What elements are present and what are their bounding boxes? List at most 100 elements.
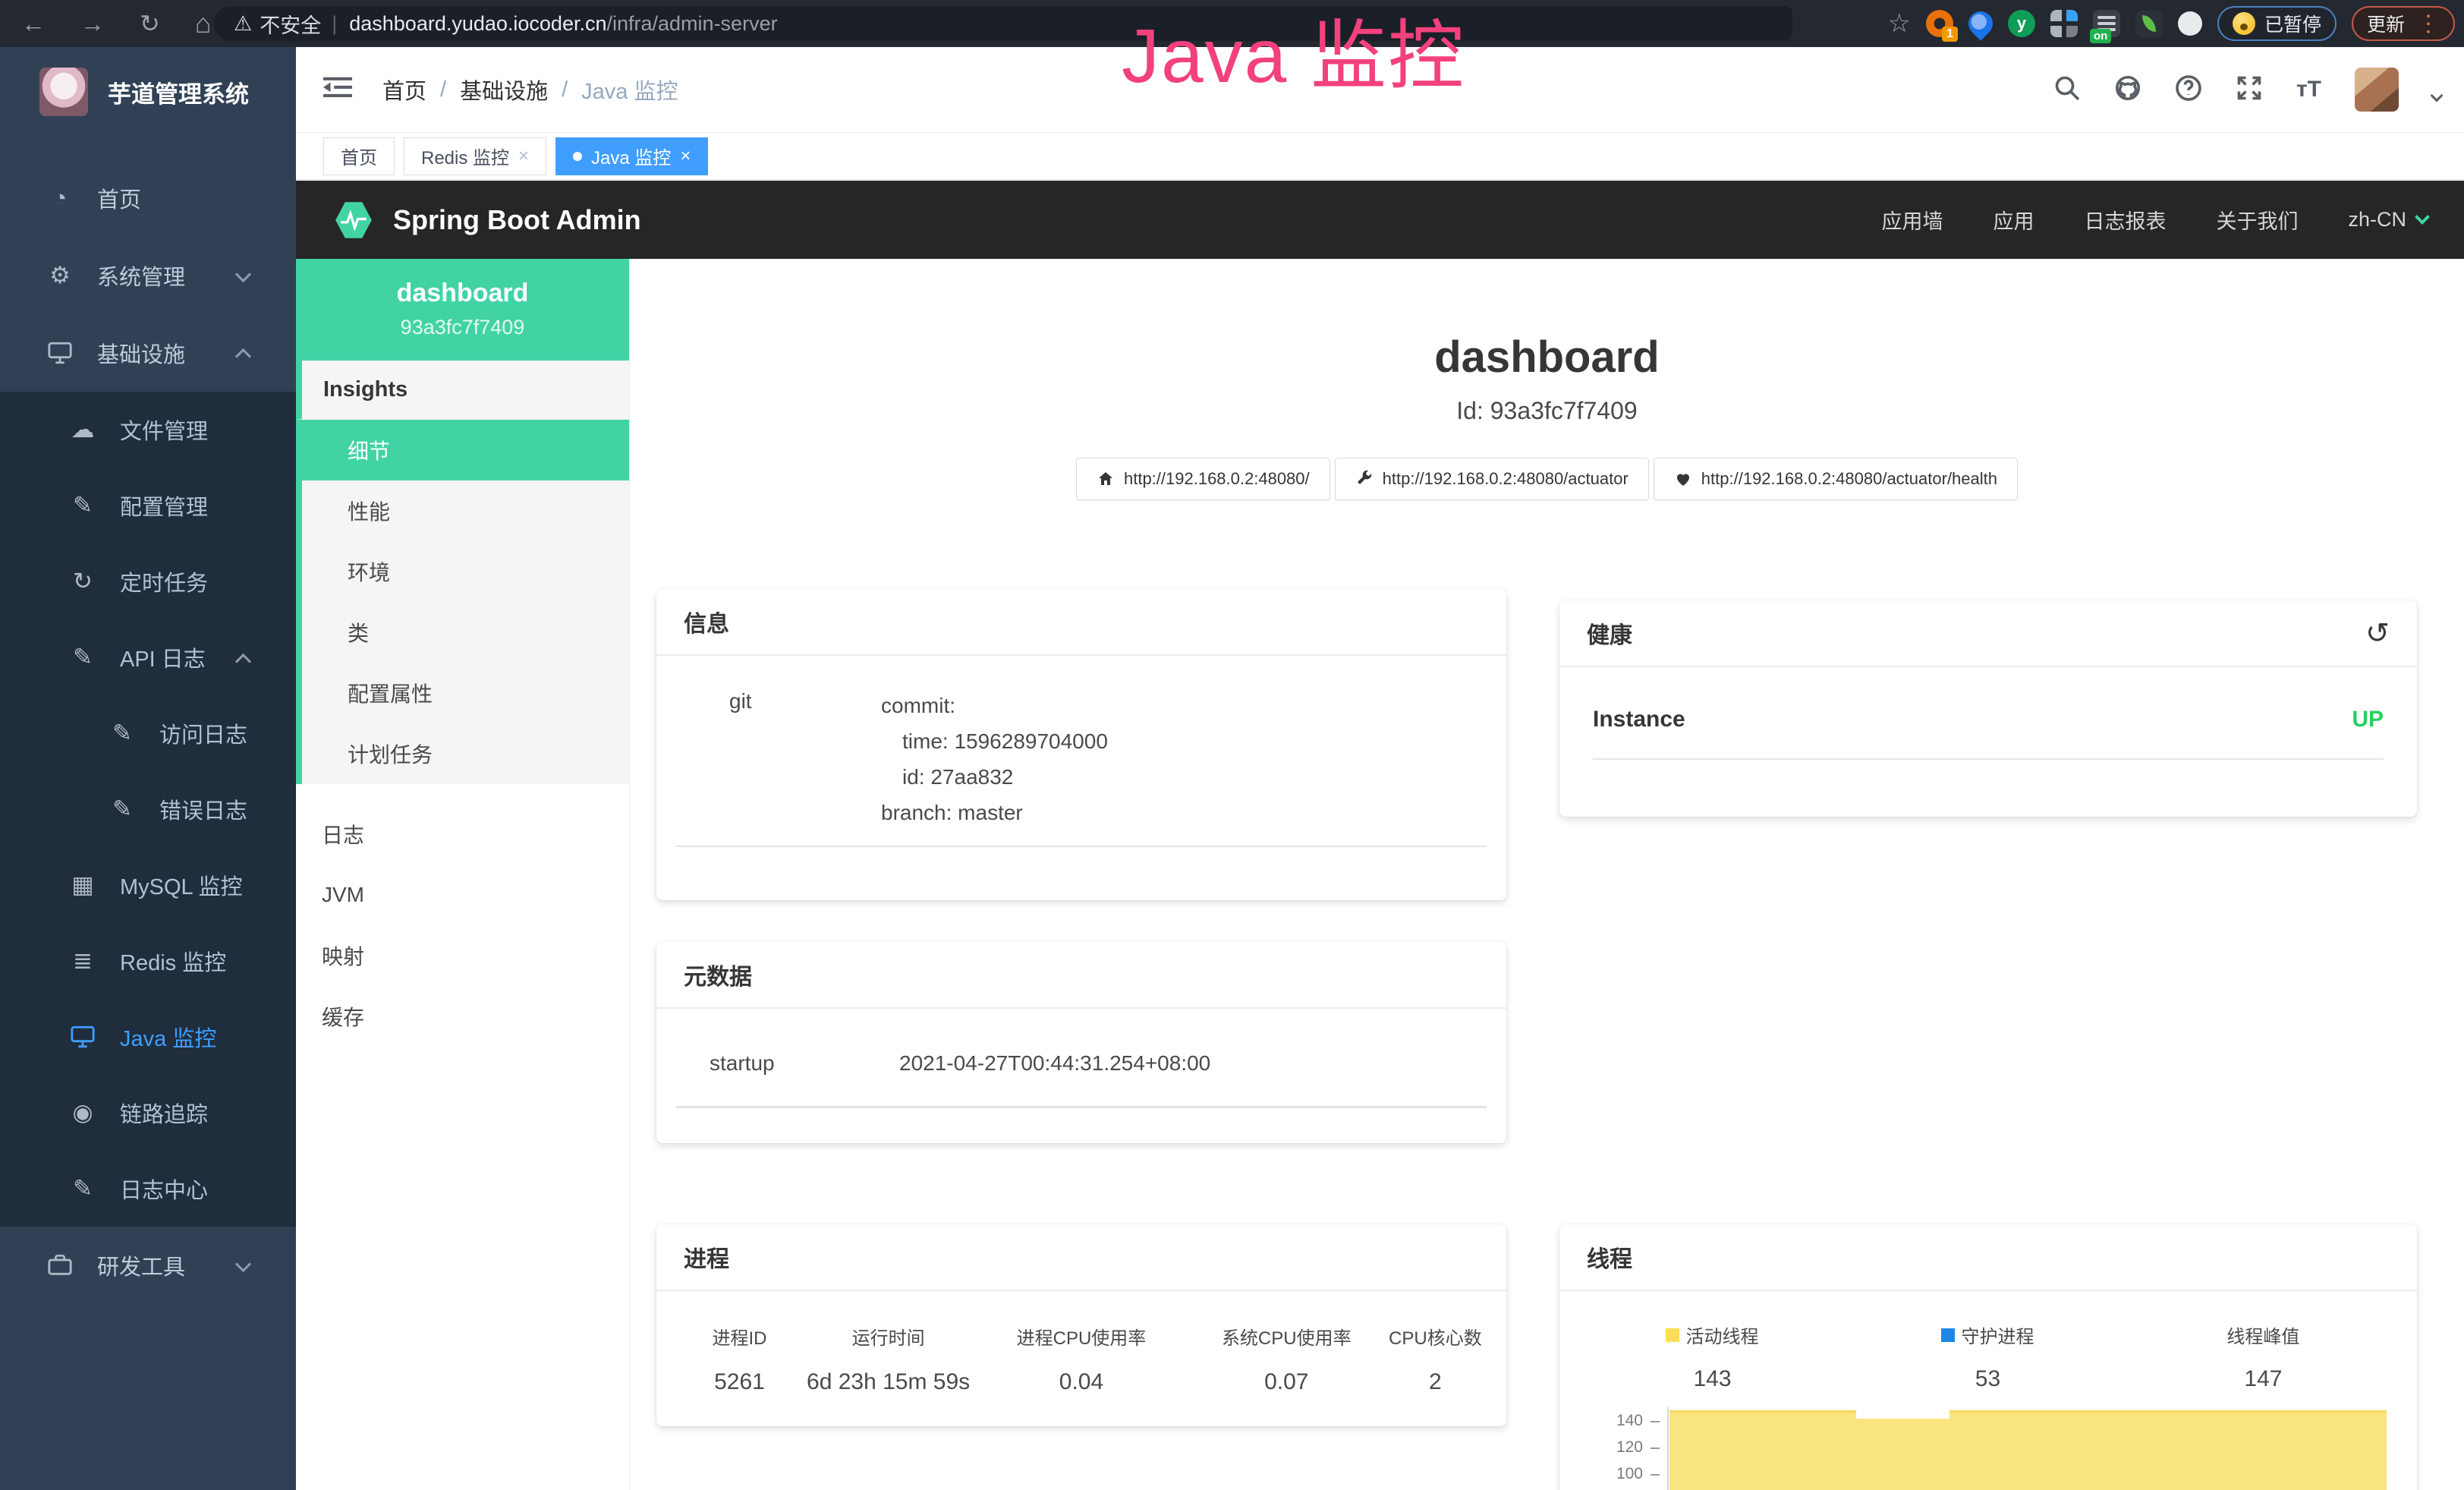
browser-menu-icon[interactable]: ⋮: [2417, 11, 2440, 37]
sba-nav-wallboard[interactable]: 应用墙: [1881, 205, 1943, 235]
back-icon[interactable]: ←: [21, 10, 46, 38]
daemon-threads-value: 53: [1850, 1366, 2126, 1392]
sba-nav-about[interactable]: 关于我们: [2216, 205, 2298, 235]
close-icon[interactable]: ×: [518, 146, 529, 167]
font-size-icon[interactable]: тT: [2296, 77, 2321, 102]
sba-nav-applications[interactable]: 应用: [1993, 205, 2034, 235]
sba-menu-mappings[interactable]: 映射: [296, 925, 629, 986]
extension-icon-pin[interactable]: [1963, 6, 1997, 40]
sba-menu-details[interactable]: 细节: [296, 420, 629, 480]
sba-menu-environment[interactable]: 环境: [296, 541, 629, 602]
tab-java-monitor[interactable]: Java 监控 ×: [555, 137, 708, 175]
wrench-icon: [1355, 470, 1374, 488]
history-icon[interactable]: ↺: [2365, 616, 2390, 650]
sidebar-item-api-logs[interactable]: ✎ API 日志: [0, 619, 296, 695]
sidebar-item-tracing[interactable]: ◉ 链路追踪: [0, 1075, 296, 1151]
sba-menu-loggers[interactable]: 日志: [296, 804, 629, 865]
heart-icon: [1674, 470, 1692, 488]
sidebar-item-log-center[interactable]: ✎ 日志中心: [0, 1151, 296, 1227]
sba-menu-metrics[interactable]: 性能: [296, 480, 629, 541]
help-icon[interactable]: [2175, 74, 2202, 106]
service-url-button[interactable]: http://192.168.0.2:48080/: [1076, 458, 1330, 500]
sidebar-fold-icon[interactable]: [323, 76, 352, 104]
breadcrumb-infra[interactable]: 基础设施: [460, 74, 548, 106]
live-threads-value: 143: [1575, 1366, 1850, 1392]
github-icon[interactable]: [2114, 74, 2141, 106]
y-axis-tick-100: 100: [1559, 1465, 1643, 1483]
legend-peak-threads: 线程峰值 147: [2126, 1321, 2401, 1392]
address-bar[interactable]: ⚠ 不安全 | dashboard.yudao.iocoder.cn /infr…: [214, 6, 1792, 41]
sba-content: dashboard Id: 93a3fc7f7409 http://192.16…: [630, 259, 2464, 1490]
search-icon[interactable]: [2053, 74, 2081, 106]
sidebar-item-config[interactable]: ✎ 配置管理: [0, 468, 296, 543]
url-domain: dashboard.yudao.iocoder.cn: [349, 12, 606, 36]
sba-menu-classes[interactable]: 类: [296, 602, 629, 663]
sba-menu-caches[interactable]: 缓存: [296, 986, 629, 1047]
extension-icon-orange[interactable]: 1: [1926, 10, 1953, 37]
info-git-row: git commit: time: 1596289704000 id: 27aa…: [676, 656, 1487, 846]
emoji-face-icon: [2233, 12, 2255, 35]
sba-brand[interactable]: Spring Boot Admin: [332, 199, 641, 241]
sba-nav-links: 应用墙 应用 日志报表 关于我们 zh-CN: [1881, 205, 2428, 235]
close-icon[interactable]: ×: [680, 146, 691, 167]
sba-menu-scheduled-tasks[interactable]: 计划任务: [296, 723, 629, 784]
update-button[interactable]: 更新 ⋮: [2352, 6, 2455, 41]
chevron-down-icon: [235, 266, 251, 282]
chevron-down-icon: [2415, 209, 2430, 225]
url-path: /infra/admin-server: [607, 12, 778, 36]
paused-badge[interactable]: 已暂停: [2217, 6, 2337, 41]
sidebar-item-home[interactable]: ◔ 首页: [0, 159, 296, 237]
sidebar-item-dev-tools[interactable]: 研发工具: [0, 1227, 296, 1304]
sidebar-item-system[interactable]: ⚙ 系统管理: [0, 237, 296, 314]
extension-icon-switch[interactable]: on: [2093, 10, 2120, 37]
metadata-startup-row: startup 2021-04-27T00:44:31.254+08:00: [676, 1051, 1487, 1108]
monitor-icon: [44, 340, 76, 366]
process-table: 进程ID 运行时间 进程CPU使用率 系统CPU使用率 CPU核心数 5261 …: [656, 1291, 1506, 1395]
active-tab-dot-icon: [573, 152, 582, 161]
sba-menu-jvm[interactable]: JVM: [296, 865, 629, 925]
sidebar-item-error-log[interactable]: ✎ 错误日志: [0, 771, 296, 847]
sidebar-item-files[interactable]: ☁ 文件管理: [0, 392, 296, 468]
process-cpu: 0.04: [977, 1369, 1186, 1395]
reload-icon[interactable]: ↻: [140, 9, 160, 38]
sba-instance-header[interactable]: dashboard 93a3fc7f7409: [296, 259, 629, 361]
fullscreen-icon[interactable]: [2236, 74, 2263, 106]
extension-badge: 1: [1942, 27, 1958, 42]
health-url-button[interactable]: http://192.168.0.2:48080/actuator/health: [1654, 458, 2018, 500]
sidebar-item-java-monitor[interactable]: Java 监控: [0, 999, 296, 1075]
blue-legend-swatch: [1941, 1328, 1955, 1342]
metadata-key: startup: [710, 1051, 899, 1076]
security-label: 不安全: [260, 9, 321, 39]
sidebar-item-redis[interactable]: ≣ Redis 监控: [0, 923, 296, 999]
threads-card: 线程 活动线程 143 守护进程 53: [1559, 1224, 2417, 1490]
breadcrumb: 首页 / 基础设施 / Java 监控: [382, 74, 678, 106]
extension-icon-y[interactable]: y: [2008, 10, 2035, 37]
security-warning[interactable]: ⚠ 不安全: [234, 9, 321, 39]
app-logo-row[interactable]: 芋道管理系统: [0, 47, 296, 137]
extension-icon-leaf[interactable]: [2135, 10, 2163, 37]
tab-redis-monitor[interactable]: Redis 监控 ×: [404, 137, 546, 175]
system-cpu: 0.07: [1186, 1369, 1387, 1395]
breadcrumb-home[interactable]: 首页: [382, 74, 426, 106]
forward-icon[interactable]: →: [80, 10, 105, 38]
bookmark-star-icon[interactable]: ☆: [1887, 8, 1910, 39]
tab-home[interactable]: 首页: [323, 137, 395, 175]
sba-menu-group-insights: Insights: [296, 361, 629, 420]
y-axis-tick-140: 140: [1559, 1412, 1643, 1430]
actuator-url-button[interactable]: http://192.168.0.2:48080/actuator: [1335, 458, 1649, 500]
home-icon[interactable]: ⌂: [195, 8, 212, 39]
extensions-puzzle-icon[interactable]: [2178, 11, 2202, 36]
user-menu-caret-icon[interactable]: [2431, 90, 2444, 102]
sba-nav-journal[interactable]: 日志报表: [2084, 205, 2166, 235]
sidebar-item-access-log[interactable]: ✎ 访问日志: [0, 695, 296, 771]
sba-menu-config-props[interactable]: 配置属性: [296, 663, 629, 723]
extension-icon-grid[interactable]: [2050, 10, 2078, 37]
sidebar-item-mysql[interactable]: ▦ MySQL 监控: [0, 847, 296, 923]
metadata-card: 元数据 startup 2021-04-27T00:44:31.254+08:0…: [656, 942, 1506, 1143]
health-status-badge: UP: [2352, 707, 2384, 732]
sidebar-item-infra[interactable]: 基础设施: [0, 314, 296, 392]
sidebar-item-jobs[interactable]: ↻ 定时任务: [0, 543, 296, 619]
user-avatar[interactable]: [2355, 68, 2399, 112]
info-key: git: [729, 688, 881, 830]
sba-language-select[interactable]: zh-CN: [2348, 208, 2428, 232]
